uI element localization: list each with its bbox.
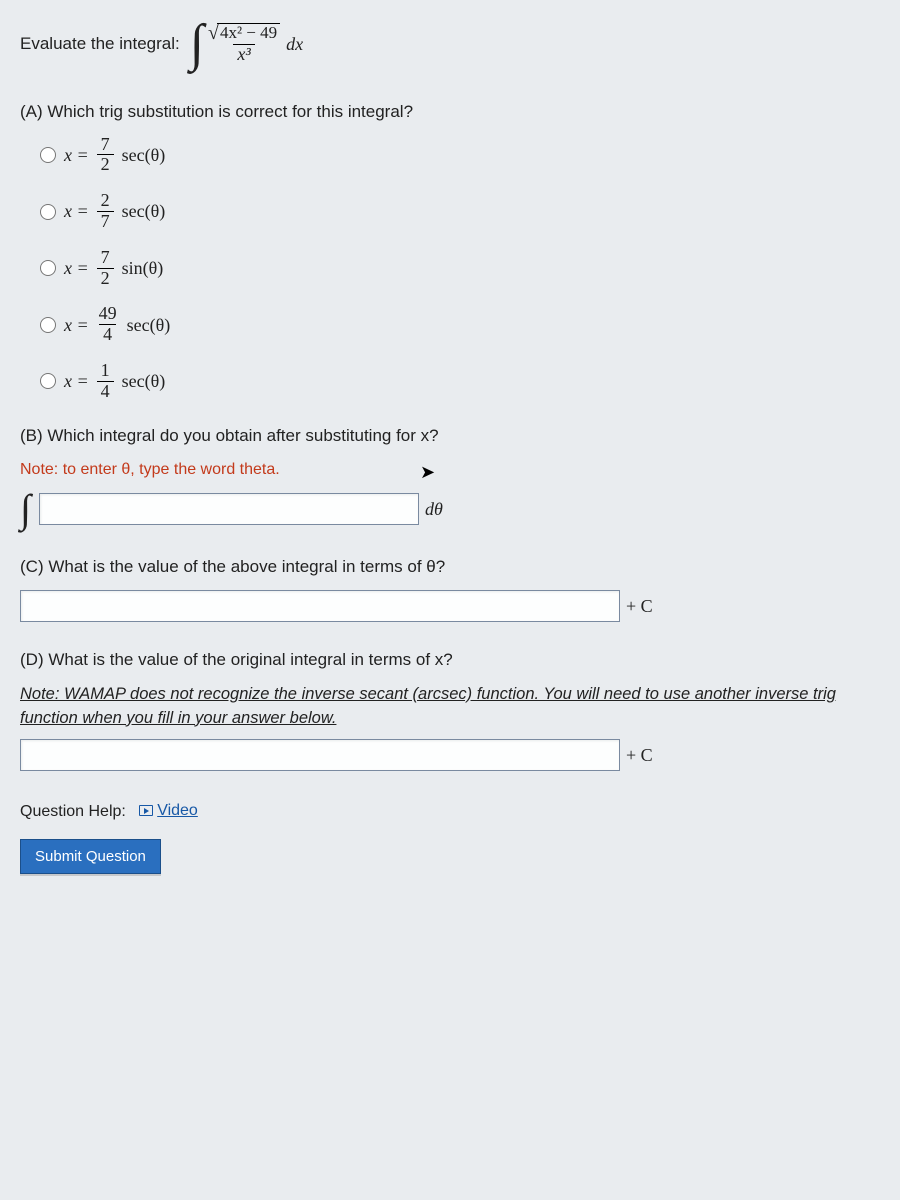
- radio-option-2[interactable]: [40, 204, 56, 220]
- integral-expression: ∫ √ 4x² − 49 x³ dx: [190, 18, 303, 70]
- option-4[interactable]: x = 494 sec(θ): [40, 304, 880, 345]
- radio-option-4[interactable]: [40, 317, 56, 333]
- part-a-options: x = 72 sec(θ) x = 27 sec(θ) x = 72 sin(θ…: [40, 135, 880, 402]
- dtheta-label: dθ: [425, 496, 443, 522]
- video-link[interactable]: Video: [139, 799, 198, 822]
- denominator: x³: [233, 44, 254, 65]
- radio-option-5[interactable]: [40, 373, 56, 389]
- option-3[interactable]: x = 72 sin(θ): [40, 248, 880, 289]
- dx-label: dx: [286, 31, 303, 57]
- submit-button[interactable]: Submit Question: [20, 839, 161, 874]
- part-b-question: (B) Which integral do you obtain after s…: [20, 424, 880, 449]
- part-c-question: (C) What is the value of the above integ…: [20, 555, 880, 580]
- part-d-input[interactable]: [20, 739, 620, 771]
- plus-c-label-c: + C: [626, 593, 653, 619]
- integral-sign: ∫: [190, 18, 204, 70]
- prompt-label: Evaluate the integral:: [20, 32, 180, 57]
- part-d-question: (D) What is the value of the original in…: [20, 648, 880, 673]
- option-1[interactable]: x = 72 sec(θ): [40, 135, 880, 176]
- radio-option-1[interactable]: [40, 147, 56, 163]
- option-2[interactable]: x = 27 sec(θ): [40, 191, 880, 232]
- video-icon: [139, 805, 153, 816]
- integral-sign-b: ∫: [20, 489, 31, 529]
- option-5[interactable]: x = 14 sec(θ): [40, 361, 880, 402]
- part-b-input[interactable]: [39, 493, 419, 525]
- radio-option-3[interactable]: [40, 260, 56, 276]
- part-a-question: (A) Which trig substitution is correct f…: [20, 100, 880, 125]
- integral-prompt: Evaluate the integral: ∫ √ 4x² − 49 x³ d…: [20, 18, 880, 70]
- question-help: Question Help: Video: [20, 799, 880, 823]
- part-d-note: Note: WAMAP does not recognize the inver…: [20, 683, 880, 731]
- plus-c-label-d: + C: [626, 742, 653, 768]
- part-c-input[interactable]: [20, 590, 620, 622]
- sqrt-body: 4x² − 49: [217, 23, 280, 43]
- part-b-note: Note: to enter θ, type the word theta.: [20, 458, 880, 481]
- help-label: Question Help:: [20, 803, 126, 820]
